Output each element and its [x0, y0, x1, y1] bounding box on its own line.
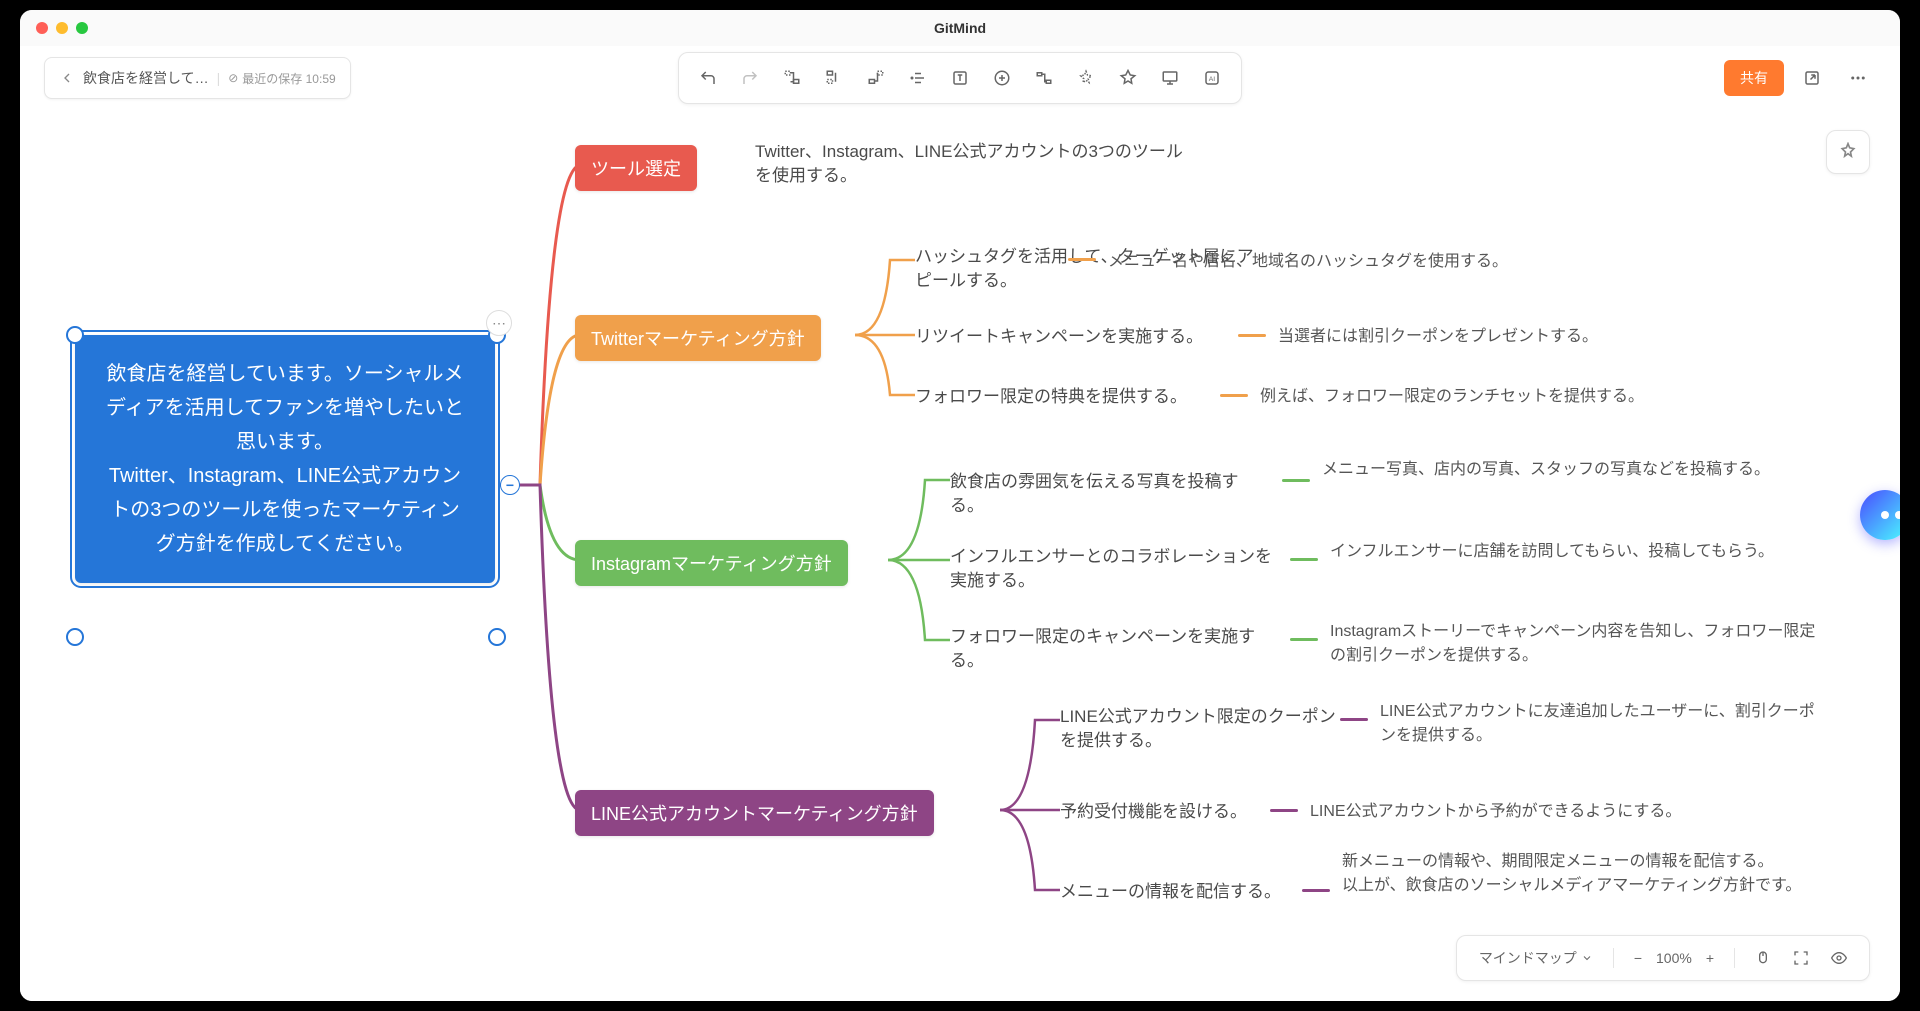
toolbar-center: AI — [678, 52, 1242, 104]
app-title: GitMind — [934, 20, 986, 36]
export-button[interactable] — [1794, 60, 1830, 96]
connector — [1290, 558, 1318, 561]
leaf-text[interactable]: フォロワー限定のキャンペーンを実施する。 — [950, 625, 1280, 673]
root-text: 飲食店を経営しています。ソーシャルメディアを活用してファンを増やしたいと思います… — [106, 363, 464, 555]
leaf-text[interactable]: 例えば、フォロワー限定のランチセットを提供する。 — [1260, 385, 1644, 409]
fit-button[interactable] — [1785, 946, 1817, 970]
bottom-bar: マインドマップ − 100% + — [1456, 935, 1870, 981]
leaf-text[interactable]: 飲食店の雰囲気を伝える写真を投稿する。 — [950, 470, 1270, 518]
branch-tool-selection[interactable]: ツール選定 — [575, 145, 697, 191]
close-window[interactable] — [36, 22, 48, 34]
zoom-in-button[interactable]: + — [1698, 946, 1722, 970]
connector — [1282, 479, 1310, 482]
parent-button[interactable] — [857, 59, 895, 97]
leaf-text[interactable]: Instagramストーリーでキャンペーン内容を告知し、フォロワー限定の割引クー… — [1330, 620, 1830, 668]
chevron-left-icon — [59, 70, 75, 86]
save-status: ⊘ 最近の保存 10:59 — [228, 70, 335, 87]
zoom-level: 100% — [1656, 950, 1692, 966]
leaf-text[interactable]: Twitter、Instagram、LINE公式アカウントの3つのツールを使用す… — [755, 140, 1195, 188]
svg-text:AI: AI — [1209, 76, 1216, 83]
leaf-text[interactable]: 新メニューの情報や、期間限定メニューの情報を配信する。 以上が、飲食店のソーシャ… — [1342, 850, 1801, 898]
zoom-out-button[interactable]: − — [1626, 946, 1650, 970]
mindmap-canvas[interactable]: 飲食店を経営しています。ソーシャルメディアを活用してファンを増やしたいと思います… — [20, 110, 1900, 1001]
leaf-text[interactable]: メニューの情報を配信する。 — [1060, 880, 1281, 904]
magic-pin-button[interactable] — [1826, 130, 1870, 174]
selection-handle[interactable] — [66, 628, 84, 646]
minimize-window[interactable] — [56, 22, 68, 34]
breadcrumb[interactable]: 飲食店を経営して… | ⊘ 最近の保存 10:59 — [44, 57, 351, 99]
ai-assistant-orb[interactable] — [1860, 490, 1900, 540]
leaf-text[interactable]: フォロワー限定の特典を提供する。 — [915, 385, 1187, 409]
branch-twitter[interactable]: Twitterマーケティング方針 — [575, 315, 821, 361]
branch-line[interactable]: LINE公式アカウントマーケティング方針 — [575, 790, 934, 836]
selection-handle[interactable] — [488, 628, 506, 646]
leaf-text[interactable]: 当選者には割引クーポンをプレゼントする。 — [1278, 325, 1598, 349]
leaf-text[interactable]: LINE公式アカウントに友達追加したユーザーに、割引クーポンを提供する。 — [1380, 700, 1830, 748]
view-mode-button[interactable]: マインドマップ — [1471, 944, 1601, 972]
boundary-button[interactable] — [1067, 59, 1105, 97]
branch-instagram[interactable]: Instagramマーケティング方針 — [575, 540, 848, 586]
style-button[interactable] — [1109, 59, 1147, 97]
present-button[interactable] — [1151, 59, 1189, 97]
subtopic-button[interactable] — [773, 59, 811, 97]
connector — [1302, 889, 1330, 892]
relation-button[interactable] — [1025, 59, 1063, 97]
selection-handle[interactable] — [66, 326, 84, 344]
undo-button[interactable] — [689, 59, 727, 97]
ai-button[interactable]: AI — [1193, 59, 1231, 97]
add-button[interactable] — [983, 59, 1021, 97]
leaf-text[interactable]: インフルエンサーに店舗を訪問してもらい、投稿してもらう。 — [1330, 540, 1774, 564]
preview-button[interactable] — [1823, 946, 1855, 970]
connector — [1220, 394, 1248, 397]
leaf-text[interactable]: リツイートキャンペーンを実施する。 — [915, 325, 1203, 349]
leaf-text[interactable]: メニュー写真、店内の写真、スタッフの写真などを投稿する。 — [1322, 458, 1770, 482]
node-context-menu[interactable]: ⋯ — [486, 310, 512, 336]
mouse-mode-button[interactable] — [1747, 946, 1779, 970]
sibling-button[interactable] — [815, 59, 853, 97]
summary-button[interactable] — [899, 59, 937, 97]
collapse-icon[interactable]: − — [500, 475, 520, 495]
connector — [1068, 258, 1096, 261]
toolbar: 飲食店を経営して… | ⊘ 最近の保存 10:59 AI 共有 — [20, 46, 1900, 110]
text-button[interactable] — [941, 59, 979, 97]
connector — [1238, 334, 1266, 337]
connector — [1290, 638, 1318, 641]
more-button[interactable] — [1840, 60, 1876, 96]
leaf-text[interactable]: メニュー名や店名、地域名のハッシュタグを使用する。 — [1108, 250, 1508, 274]
share-button[interactable]: 共有 — [1724, 60, 1784, 96]
leaf-text[interactable]: 予約受付機能を設ける。 — [1060, 800, 1247, 824]
titlebar: GitMind — [20, 10, 1900, 46]
connector — [1340, 718, 1368, 721]
leaf-text[interactable]: LINE公式アカウント限定のクーポンを提供する。 — [1060, 705, 1340, 753]
breadcrumb-title: 飲食店を経営して… — [83, 68, 209, 88]
maximize-window[interactable] — [76, 22, 88, 34]
leaf-text[interactable]: LINE公式アカウントから予約ができるようにする。 — [1310, 800, 1681, 824]
redo-button[interactable] — [731, 59, 769, 97]
connector — [1270, 809, 1298, 812]
root-node[interactable]: 飲食店を経営しています。ソーシャルメディアを活用してファンを増やしたいと思います… — [75, 335, 495, 583]
leaf-text[interactable]: インフルエンサーとのコラボレーションを実施する。 — [950, 545, 1280, 593]
